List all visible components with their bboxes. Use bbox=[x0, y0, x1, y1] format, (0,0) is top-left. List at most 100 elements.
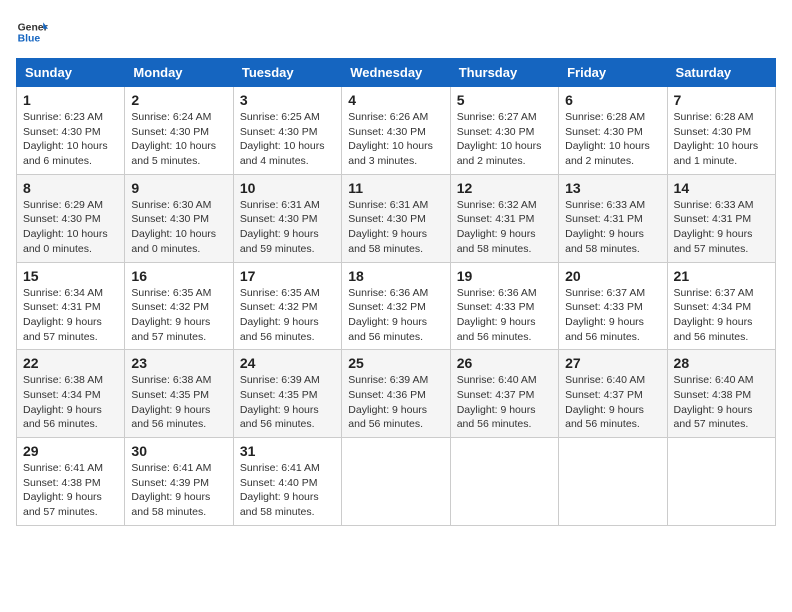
day-number: 25 bbox=[348, 355, 443, 371]
day-number: 8 bbox=[23, 180, 118, 196]
day-cell: 27 Sunrise: 6:40 AMSunset: 4:37 PMDayligh… bbox=[559, 350, 667, 438]
day-info: Sunrise: 6:28 AMSunset: 4:30 PMDaylight:… bbox=[565, 110, 660, 169]
day-cell bbox=[450, 438, 558, 526]
day-cell: 1 Sunrise: 6:23 AMSunset: 4:30 PMDaylight… bbox=[17, 87, 125, 175]
day-number: 1 bbox=[23, 92, 118, 108]
day-info: Sunrise: 6:40 AMSunset: 4:37 PMDaylight:… bbox=[565, 373, 660, 432]
day-info: Sunrise: 6:41 AMSunset: 4:40 PMDaylight:… bbox=[240, 461, 335, 520]
day-number: 5 bbox=[457, 92, 552, 108]
day-cell: 13 Sunrise: 6:33 AMSunset: 4:31 PMDayligh… bbox=[559, 174, 667, 262]
day-cell: 30 Sunrise: 6:41 AMSunset: 4:39 PMDayligh… bbox=[125, 438, 233, 526]
day-info: Sunrise: 6:31 AMSunset: 4:30 PMDaylight:… bbox=[240, 198, 335, 257]
day-cell: 12 Sunrise: 6:32 AMSunset: 4:31 PMDayligh… bbox=[450, 174, 558, 262]
day-info: Sunrise: 6:40 AMSunset: 4:38 PMDaylight:… bbox=[674, 373, 769, 432]
day-number: 23 bbox=[131, 355, 226, 371]
day-info: Sunrise: 6:39 AMSunset: 4:36 PMDaylight:… bbox=[348, 373, 443, 432]
week-row-1: 1 Sunrise: 6:23 AMSunset: 4:30 PMDaylight… bbox=[17, 87, 776, 175]
weekday-header-saturday: Saturday bbox=[667, 59, 775, 87]
day-cell bbox=[559, 438, 667, 526]
day-cell bbox=[667, 438, 775, 526]
day-info: Sunrise: 6:41 AMSunset: 4:38 PMDaylight:… bbox=[23, 461, 118, 520]
day-info: Sunrise: 6:25 AMSunset: 4:30 PMDaylight:… bbox=[240, 110, 335, 169]
day-number: 14 bbox=[674, 180, 769, 196]
day-number: 13 bbox=[565, 180, 660, 196]
week-row-4: 22 Sunrise: 6:38 AMSunset: 4:34 PMDayligh… bbox=[17, 350, 776, 438]
day-number: 15 bbox=[23, 268, 118, 284]
page-header: General Blue bbox=[16, 16, 776, 48]
day-info: Sunrise: 6:39 AMSunset: 4:35 PMDaylight:… bbox=[240, 373, 335, 432]
day-cell: 19 Sunrise: 6:36 AMSunset: 4:33 PMDayligh… bbox=[450, 262, 558, 350]
day-number: 30 bbox=[131, 443, 226, 459]
day-info: Sunrise: 6:41 AMSunset: 4:39 PMDaylight:… bbox=[131, 461, 226, 520]
day-number: 9 bbox=[131, 180, 226, 196]
day-info: Sunrise: 6:34 AMSunset: 4:31 PMDaylight:… bbox=[23, 286, 118, 345]
day-cell: 29Sunrise: 6:41 AMSunset: 4:38 PMDayligh… bbox=[17, 438, 125, 526]
day-info: Sunrise: 6:31 AMSunset: 4:30 PMDaylight:… bbox=[348, 198, 443, 257]
day-info: Sunrise: 6:37 AMSunset: 4:34 PMDaylight:… bbox=[674, 286, 769, 345]
day-cell: 21 Sunrise: 6:37 AMSunset: 4:34 PMDayligh… bbox=[667, 262, 775, 350]
day-info: Sunrise: 6:38 AMSunset: 4:34 PMDaylight:… bbox=[23, 373, 118, 432]
day-cell: 9 Sunrise: 6:30 AMSunset: 4:30 PMDaylight… bbox=[125, 174, 233, 262]
day-number: 4 bbox=[348, 92, 443, 108]
day-cell: 7Sunrise: 6:28 AMSunset: 4:30 PMDaylight… bbox=[667, 87, 775, 175]
weekday-header-row: SundayMondayTuesdayWednesdayThursdayFrid… bbox=[17, 59, 776, 87]
day-info: Sunrise: 6:35 AMSunset: 4:32 PMDaylight:… bbox=[131, 286, 226, 345]
day-number: 6 bbox=[565, 92, 660, 108]
calendar-table: SundayMondayTuesdayWednesdayThursdayFrid… bbox=[16, 58, 776, 526]
day-number: 24 bbox=[240, 355, 335, 371]
day-info: Sunrise: 6:33 AMSunset: 4:31 PMDaylight:… bbox=[565, 198, 660, 257]
day-number: 27 bbox=[565, 355, 660, 371]
day-cell: 6 Sunrise: 6:28 AMSunset: 4:30 PMDaylight… bbox=[559, 87, 667, 175]
day-cell: 26 Sunrise: 6:40 AMSunset: 4:37 PMDayligh… bbox=[450, 350, 558, 438]
day-info: Sunrise: 6:36 AMSunset: 4:33 PMDaylight:… bbox=[457, 286, 552, 345]
day-number: 21 bbox=[674, 268, 769, 284]
day-info: Sunrise: 6:38 AMSunset: 4:35 PMDaylight:… bbox=[131, 373, 226, 432]
day-cell: 11 Sunrise: 6:31 AMSunset: 4:30 PMDayligh… bbox=[342, 174, 450, 262]
day-cell: 15 Sunrise: 6:34 AMSunset: 4:31 PMDayligh… bbox=[17, 262, 125, 350]
day-info: Sunrise: 6:24 AMSunset: 4:30 PMDaylight:… bbox=[131, 110, 226, 169]
day-number: 11 bbox=[348, 180, 443, 196]
day-cell: 4 Sunrise: 6:26 AMSunset: 4:30 PMDaylight… bbox=[342, 87, 450, 175]
day-cell: 31 Sunrise: 6:41 AMSunset: 4:40 PMDayligh… bbox=[233, 438, 341, 526]
day-info: Sunrise: 6:40 AMSunset: 4:37 PMDaylight:… bbox=[457, 373, 552, 432]
day-info: Sunrise: 6:27 AMSunset: 4:30 PMDaylight:… bbox=[457, 110, 552, 169]
day-cell: 20 Sunrise: 6:37 AMSunset: 4:33 PMDayligh… bbox=[559, 262, 667, 350]
weekday-header-thursday: Thursday bbox=[450, 59, 558, 87]
day-number: 16 bbox=[131, 268, 226, 284]
day-cell: 18 Sunrise: 6:36 AMSunset: 4:32 PMDayligh… bbox=[342, 262, 450, 350]
day-cell: 8Sunrise: 6:29 AMSunset: 4:30 PMDaylight… bbox=[17, 174, 125, 262]
day-info: Sunrise: 6:37 AMSunset: 4:33 PMDaylight:… bbox=[565, 286, 660, 345]
day-number: 3 bbox=[240, 92, 335, 108]
svg-text:Blue: Blue bbox=[18, 34, 41, 45]
week-row-3: 15 Sunrise: 6:34 AMSunset: 4:31 PMDayligh… bbox=[17, 262, 776, 350]
day-info: Sunrise: 6:23 AMSunset: 4:30 PMDaylight:… bbox=[23, 110, 118, 169]
week-row-2: 8Sunrise: 6:29 AMSunset: 4:30 PMDaylight… bbox=[17, 174, 776, 262]
day-number: 18 bbox=[348, 268, 443, 284]
day-number: 19 bbox=[457, 268, 552, 284]
weekday-header-sunday: Sunday bbox=[17, 59, 125, 87]
day-cell: 22 Sunrise: 6:38 AMSunset: 4:34 PMDayligh… bbox=[17, 350, 125, 438]
day-number: 17 bbox=[240, 268, 335, 284]
week-row-5: 29Sunrise: 6:41 AMSunset: 4:38 PMDayligh… bbox=[17, 438, 776, 526]
day-number: 22 bbox=[23, 355, 118, 371]
day-cell: 10 Sunrise: 6:31 AMSunset: 4:30 PMDayligh… bbox=[233, 174, 341, 262]
logo: General Blue bbox=[16, 16, 48, 48]
day-cell: 24 Sunrise: 6:39 AMSunset: 4:35 PMDayligh… bbox=[233, 350, 341, 438]
day-number: 26 bbox=[457, 355, 552, 371]
day-cell: 28Sunrise: 6:40 AMSunset: 4:38 PMDayligh… bbox=[667, 350, 775, 438]
day-number: 12 bbox=[457, 180, 552, 196]
day-info: Sunrise: 6:36 AMSunset: 4:32 PMDaylight:… bbox=[348, 286, 443, 345]
day-info: Sunrise: 6:26 AMSunset: 4:30 PMDaylight:… bbox=[348, 110, 443, 169]
logo-icon: General Blue bbox=[16, 16, 48, 48]
day-cell: 16 Sunrise: 6:35 AMSunset: 4:32 PMDayligh… bbox=[125, 262, 233, 350]
day-info: Sunrise: 6:30 AMSunset: 4:30 PMDaylight:… bbox=[131, 198, 226, 257]
weekday-header-wednesday: Wednesday bbox=[342, 59, 450, 87]
day-number: 10 bbox=[240, 180, 335, 196]
day-cell: 3 Sunrise: 6:25 AMSunset: 4:30 PMDaylight… bbox=[233, 87, 341, 175]
weekday-header-friday: Friday bbox=[559, 59, 667, 87]
day-info: Sunrise: 6:32 AMSunset: 4:31 PMDaylight:… bbox=[457, 198, 552, 257]
day-cell: 5 Sunrise: 6:27 AMSunset: 4:30 PMDaylight… bbox=[450, 87, 558, 175]
day-number: 31 bbox=[240, 443, 335, 459]
day-number: 7 bbox=[674, 92, 769, 108]
day-number: 20 bbox=[565, 268, 660, 284]
